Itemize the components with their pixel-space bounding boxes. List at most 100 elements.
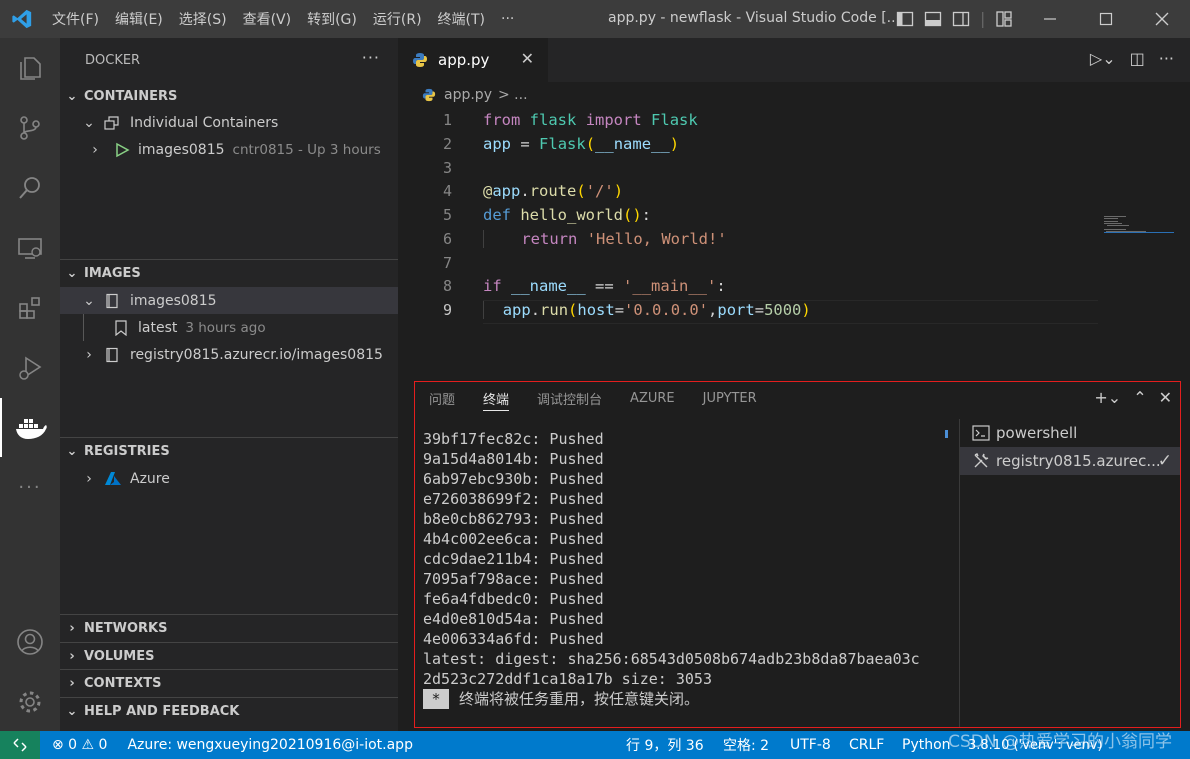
chevron-right-icon: › <box>69 649 75 664</box>
panel-actions: +⌄ ⌃ ✕ <box>1094 388 1172 407</box>
python-file-icon <box>413 53 427 67</box>
extensions-icon[interactable] <box>0 278 60 337</box>
tab-terminal[interactable]: 终端 <box>469 382 523 415</box>
help-feedback-header-label: HELP AND FEEDBACK <box>84 704 240 719</box>
terminal-line: 4b4c002ee6ca: Pushed <box>423 530 604 548</box>
docker-sidebar: DOCKER ··· ⌄ CONTAINERS ⌄ Individual Con… <box>60 38 398 731</box>
toggle-secondary-sidebar-icon[interactable] <box>952 10 970 28</box>
chevron-down-icon: ⌄ <box>66 88 78 104</box>
menu-selection[interactable]: 选择(S) <box>171 9 235 29</box>
explorer-icon[interactable] <box>0 38 60 97</box>
split-editor-icon[interactable]: ◫ <box>1130 49 1145 68</box>
menu-more[interactable]: ··· <box>493 11 522 27</box>
remote-explorer-icon[interactable] <box>0 218 60 277</box>
breadcrumb-rest[interactable]: > ... <box>498 87 528 103</box>
tab-azure[interactable]: AZURE <box>616 382 689 415</box>
chevron-down-icon: ⌄ <box>83 114 95 131</box>
registries-header-label: REGISTRIES <box>84 444 170 459</box>
menu-view[interactable]: 查看(V) <box>235 9 300 29</box>
run-python-file-icon[interactable]: ▷⌄ <box>1090 49 1116 68</box>
tab-app-py[interactable]: app.py ✕ <box>398 38 548 82</box>
language-mode[interactable]: Python <box>902 737 951 753</box>
chevron-right-icon: › <box>86 470 92 487</box>
toggle-sidebar-icon[interactable] <box>896 10 914 28</box>
terminal-line: 7095af798ace: Pushed <box>423 570 604 588</box>
maximize-panel-icon[interactable]: ⌃ <box>1133 388 1146 407</box>
line-number: 9 <box>442 301 452 319</box>
menu-edit[interactable]: 编辑(E) <box>107 9 171 29</box>
code-editor[interactable]: 1 from flask import Flask 2 app = Flask(__… <box>398 108 1190 374</box>
minimap[interactable] <box>1104 216 1174 240</box>
line-number: 8 <box>442 277 452 295</box>
terminal-output[interactable]: 39bf17fec82c: Pushed 9a15d4a8014b: Pushe… <box>423 429 920 709</box>
chevron-down-icon: ⌄ <box>66 704 78 719</box>
minimize-button[interactable] <box>1022 0 1078 38</box>
source-control-icon[interactable] <box>0 98 60 157</box>
breadcrumb-file[interactable]: app.py <box>444 87 492 103</box>
terminal-instance-label: powershell <box>996 424 1078 442</box>
docker-icon[interactable] <box>0 398 60 457</box>
tag-bookmark-icon <box>115 319 127 336</box>
terminal-final-line: * 终端将被任务重用，按任意键关闭。 <box>423 689 920 709</box>
terminal-line: 4e006334a6fd: Pushed <box>423 630 604 648</box>
terminal-line: 6ab97ebc930b: Pushed <box>423 470 604 488</box>
container-item-row[interactable]: › images0815 cntr0815 - Up 3 hours <box>60 136 398 163</box>
container-group-row[interactable]: ⌄ Individual Containers <box>60 109 398 136</box>
indentation[interactable]: 空格: 2 <box>723 735 769 755</box>
tab-problems[interactable]: 问题 <box>415 382 469 415</box>
remote-indicator-icon[interactable] <box>0 731 40 759</box>
terminal-instance-task[interactable]: registry0815.azurec... ✓ <box>960 447 1180 475</box>
networks-section-header[interactable]: › NETWORKS <box>60 614 398 642</box>
cursor-position[interactable]: 行 9，列 36 <box>626 735 704 755</box>
terminal-instance-powershell[interactable]: powershell <box>960 419 1180 447</box>
sidebar-more-icon[interactable]: ··· <box>362 48 380 67</box>
tab-debug-console[interactable]: 调试控制台 <box>523 382 616 415</box>
settings-gear-icon[interactable] <box>0 672 60 731</box>
code-line-5: def hello_world(): <box>483 206 652 224</box>
problems-count[interactable]: ⊗ 0 ⚠ 0 <box>52 737 107 753</box>
search-icon[interactable] <box>0 158 60 217</box>
terminal-line: latest: digest: sha256:68543d0508b674adb… <box>423 650 920 668</box>
menu-bar: 文件(F) 编辑(E) 选择(S) 查看(V) 转到(G) 运行(R) 终端(T… <box>44 0 522 38</box>
contexts-section-header[interactable]: › CONTEXTS <box>60 669 398 697</box>
customize-layout-icon[interactable] <box>995 10 1013 28</box>
registry-image-row[interactable]: › registry0815.azurecr.io/images0815 <box>60 341 398 368</box>
chevron-right-icon: › <box>69 676 75 691</box>
menu-terminal[interactable]: 终端(T) <box>430 9 493 29</box>
menu-run[interactable]: 运行(R) <box>365 9 430 29</box>
containers-section-header[interactable]: ⌄ CONTAINERS <box>60 82 398 110</box>
images-header-label: IMAGES <box>84 266 141 281</box>
new-terminal-icon[interactable]: +⌄ <box>1094 388 1121 407</box>
more-views-icon[interactable]: ··· <box>0 458 60 517</box>
close-panel-icon[interactable]: ✕ <box>1159 388 1172 407</box>
terminal-instance-label: registry0815.azurec... <box>996 452 1161 470</box>
editor-more-icon[interactable]: ··· <box>1159 49 1174 68</box>
code-line-1: from flask import Flask <box>483 111 698 129</box>
end-of-line[interactable]: CRLF <box>849 737 884 753</box>
help-feedback-section-header[interactable]: ⌄ HELP AND FEEDBACK <box>60 697 398 725</box>
volumes-section-header[interactable]: › VOLUMES <box>60 642 398 670</box>
registries-section-header[interactable]: ⌄ REGISTRIES <box>60 437 398 465</box>
azure-account[interactable]: Azure: wengxueying20210916@i-iot.app <box>127 737 413 753</box>
toggle-panel-icon[interactable] <box>924 10 942 28</box>
close-window-button[interactable] <box>1134 0 1190 38</box>
terminal-line: fe6a4fdbedc0: Pushed <box>423 590 604 608</box>
tab-jupyter[interactable]: JUPYTER <box>689 382 771 415</box>
maximize-button[interactable] <box>1078 0 1134 38</box>
containers-header-label: CONTAINERS <box>84 88 178 104</box>
accounts-icon[interactable] <box>0 612 60 671</box>
run-debug-icon[interactable] <box>0 338 60 397</box>
image-repo-icon <box>106 347 118 362</box>
encoding[interactable]: UTF-8 <box>790 737 831 753</box>
image-tag-row[interactable]: latest 3 hours ago <box>60 314 398 341</box>
close-tab-icon[interactable]: ✕ <box>521 49 534 68</box>
registry-azure-row[interactable]: › Azure <box>60 465 398 492</box>
chevron-right-icon: › <box>69 621 75 636</box>
menu-file[interactable]: 文件(F) <box>44 9 107 29</box>
breadcrumb: app.py > ... <box>398 82 1190 108</box>
menu-go[interactable]: 转到(G) <box>299 9 365 29</box>
image-tag-age: 3 hours ago <box>185 319 266 336</box>
image-repo-row[interactable]: ⌄ images0815 <box>60 287 398 314</box>
python-file-icon <box>422 88 436 102</box>
images-section-header[interactable]: ⌄ IMAGES <box>60 259 398 287</box>
